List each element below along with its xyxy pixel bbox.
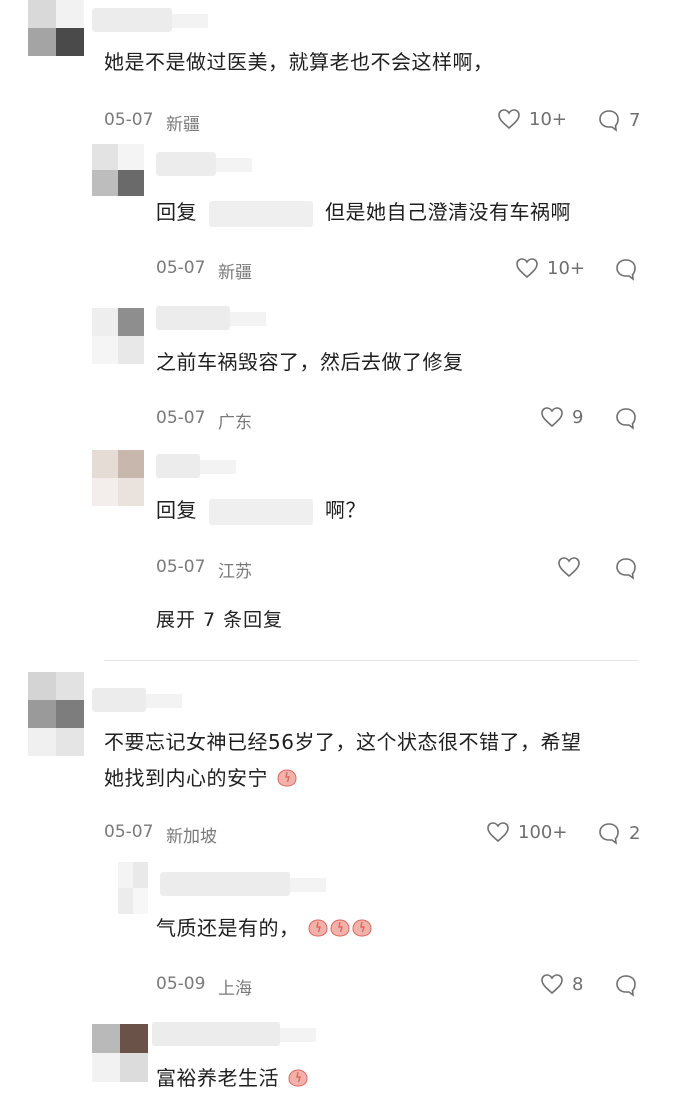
blushing-face-emoji [277, 769, 297, 787]
username-blurred[interactable] [160, 872, 326, 896]
avatar[interactable] [92, 144, 144, 196]
like-count: 10+ [547, 257, 585, 279]
reply-button[interactable] [614, 406, 638, 430]
reply-prefix: 回复 [156, 200, 197, 224]
reply-count: 2 [629, 822, 641, 844]
mention-blurred[interactable] [209, 200, 313, 227]
reply-body: 但是她自己澄清没有车祸啊 [325, 200, 571, 224]
speech-bubble-icon [616, 558, 636, 580]
comment-location: 新疆 [218, 263, 252, 283]
comment-text: 她找到内心的安宁 [104, 760, 297, 796]
comment-date: 05-07 [104, 822, 154, 842]
username-blurred[interactable] [156, 306, 266, 330]
comment-date: 05-07 [156, 557, 206, 577]
reply-text: 气质还是有的， [156, 910, 372, 946]
heart-outline-icon [516, 258, 538, 279]
like-button[interactable]: 9 [540, 406, 583, 428]
username-blurred[interactable] [92, 8, 208, 32]
avatar[interactable] [92, 1024, 148, 1082]
like-button[interactable] [557, 556, 581, 578]
speech-bubble-icon [616, 259, 636, 281]
blushing-face-emoji [288, 1069, 308, 1087]
like-count: 10+ [529, 108, 567, 130]
reply-body: 啊？ [325, 498, 366, 522]
reply-button[interactable]: 2 [597, 821, 640, 845]
blushing-face-emoji [352, 919, 372, 937]
blushing-face-emoji [330, 919, 350, 937]
username-blurred[interactable] [156, 152, 252, 176]
heart-outline-icon [487, 822, 509, 843]
avatar[interactable] [28, 672, 84, 756]
like-button[interactable]: 8 [540, 973, 583, 995]
comment-date: 05-09 [156, 974, 206, 994]
reply-text: 回复 但是她自己澄清没有车祸啊 [156, 194, 571, 230]
reply-count: 7 [629, 109, 641, 131]
speech-bubble-icon [616, 408, 636, 430]
reply-button[interactable] [614, 257, 638, 281]
username-blurred[interactable] [92, 688, 182, 712]
like-button[interactable]: 100+ [486, 821, 567, 843]
speech-bubble-icon [599, 110, 619, 132]
like-count: 8 [572, 973, 584, 995]
comment-location: 新加坡 [166, 827, 217, 847]
like-count: 100+ [518, 821, 568, 843]
mention-blurred[interactable] [209, 498, 313, 525]
comment-date: 05-07 [156, 408, 206, 428]
reply-button[interactable] [614, 556, 638, 580]
heart-outline-icon [558, 557, 580, 578]
reply-text: 富裕养老生活 [156, 1060, 308, 1096]
reply-button[interactable] [614, 973, 638, 997]
comment-date: 05-07 [104, 110, 154, 130]
avatar[interactable] [28, 0, 84, 56]
comment-text-line: 她找到内心的安宁 [104, 766, 268, 790]
comment-location: 广东 [218, 413, 252, 433]
reply-body: 气质还是有的， [156, 916, 300, 940]
divider [104, 660, 638, 661]
comment-date: 05-07 [156, 258, 206, 278]
reply-text: 之前车祸毁容了，然后去做了修复 [156, 350, 464, 374]
comment-text-line: 不要忘记女神已经56岁了，这个状态很不错了，希望 [104, 730, 582, 754]
reply-text: 回复 啊？ [156, 492, 366, 528]
username-blurred[interactable] [152, 1022, 316, 1046]
comment-location: 上海 [218, 979, 252, 999]
blushing-face-emoji [308, 919, 328, 937]
speech-bubble-icon [616, 975, 636, 997]
like-count: 9 [572, 406, 584, 428]
expand-replies-link[interactable]: 展开 7 条回复 [156, 605, 283, 632]
comment-location: 新疆 [166, 115, 200, 135]
reply-prefix: 回复 [156, 498, 197, 522]
avatar[interactable] [92, 308, 144, 364]
avatar[interactable] [92, 450, 144, 506]
comment-thread: 她是不是做过医美，就算老也不会这样啊， 05-07 新疆 10+ 7 回复 但是她… [0, 0, 694, 1120]
comment-text: 不要忘记女神已经56岁了，这个状态很不错了，希望 [104, 724, 581, 760]
comment-location: 江苏 [218, 562, 252, 582]
heart-outline-icon [541, 407, 563, 428]
reply-button[interactable]: 7 [597, 108, 640, 132]
speech-bubble-icon [599, 823, 619, 845]
comment-text: 她是不是做过医美，就算老也不会这样啊， [104, 50, 494, 74]
username-blurred[interactable] [156, 454, 236, 478]
reply-body: 富裕养老生活 [156, 1066, 279, 1090]
like-button[interactable]: 10+ [515, 257, 585, 279]
avatar[interactable] [118, 862, 148, 914]
heart-outline-icon [541, 974, 563, 995]
heart-outline-icon [498, 109, 520, 130]
like-button[interactable]: 10+ [497, 108, 567, 130]
